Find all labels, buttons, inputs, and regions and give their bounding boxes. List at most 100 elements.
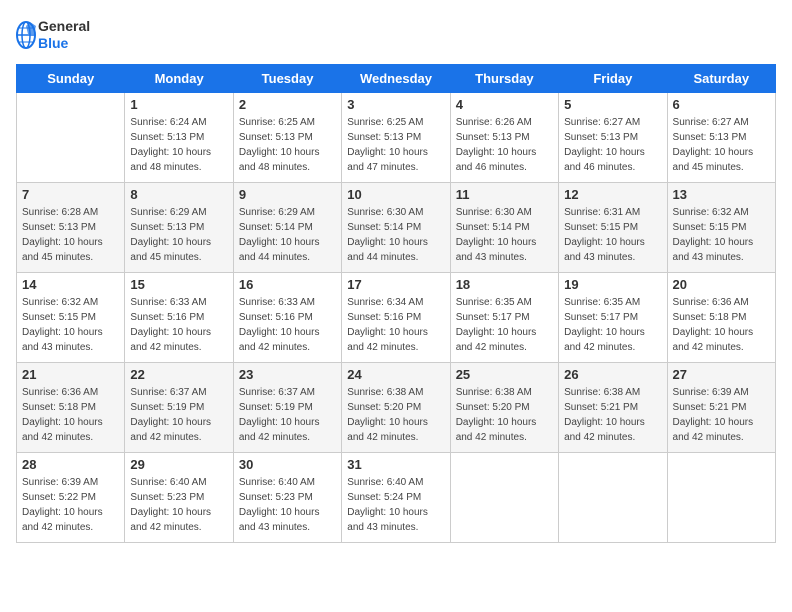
- calendar-week-row: 7Sunrise: 6:28 AMSunset: 5:13 PMDaylight…: [17, 183, 776, 273]
- calendar-cell: 4 Sunrise: 6:26 AMSunset: 5:13 PMDaylight…: [450, 93, 558, 183]
- day-number: 25: [456, 367, 553, 382]
- day-number: 17: [347, 277, 444, 292]
- day-number: 14: [22, 277, 119, 292]
- day-number: 28: [22, 457, 119, 472]
- calendar-cell: 15Sunrise: 6:33 AMSunset: 5:16 PMDayligh…: [125, 273, 233, 363]
- calendar-cell: 26 Sunrise: 6:38 AMSunset: 5:21 PMDayligh…: [559, 363, 667, 453]
- weekday-header-friday: Friday: [559, 65, 667, 93]
- logo: General Blue: [16, 16, 90, 54]
- day-info: Sunrise: 6:32 AMSunset: 5:15 PMDaylight:…: [22, 295, 119, 355]
- day-number: 1: [130, 97, 227, 112]
- day-number: 24: [347, 367, 444, 382]
- day-info: Sunrise: 6:38 AMSunset: 5:21 PMDaylight:…: [564, 385, 661, 445]
- day-info: Sunrise: 6:40 AMSunset: 5:24 PMDaylight:…: [347, 475, 444, 535]
- logo-text: General Blue: [38, 18, 90, 52]
- calendar-week-row: 21 Sunrise: 6:36 AMSunset: 5:18 PMDayligh…: [17, 363, 776, 453]
- day-info: Sunrise: 6:31 AMSunset: 5:15 PMDaylight:…: [564, 205, 661, 265]
- day-info: Sunrise: 6:24 AMSunset: 5:13 PMDaylight:…: [130, 115, 227, 175]
- day-number: 5: [564, 97, 661, 112]
- day-number: 19: [564, 277, 661, 292]
- calendar-cell: 31 Sunrise: 6:40 AMSunset: 5:24 PMDayligh…: [342, 453, 450, 543]
- calendar-cell: 16 Sunrise: 6:33 AMSunset: 5:16 PMDayligh…: [233, 273, 341, 363]
- calendar-cell: [17, 93, 125, 183]
- day-number: 2: [239, 97, 336, 112]
- calendar-cell: 27Sunrise: 6:39 AMSunset: 5:21 PMDayligh…: [667, 363, 775, 453]
- calendar-cell: 20 Sunrise: 6:36 AMSunset: 5:18 PMDayligh…: [667, 273, 775, 363]
- day-info: Sunrise: 6:32 AMSunset: 5:15 PMDaylight:…: [673, 205, 770, 265]
- logo-globe-icon: [16, 16, 36, 54]
- day-info: Sunrise: 6:29 AMSunset: 5:14 PMDaylight:…: [239, 205, 336, 265]
- calendar-cell: 3 Sunrise: 6:25 AMSunset: 5:13 PMDaylight…: [342, 93, 450, 183]
- day-info: Sunrise: 6:25 AMSunset: 5:13 PMDaylight:…: [239, 115, 336, 175]
- day-number: 18: [456, 277, 553, 292]
- day-info: Sunrise: 6:27 AMSunset: 5:13 PMDaylight:…: [673, 115, 770, 175]
- day-number: 23: [239, 367, 336, 382]
- calendar-cell: [667, 453, 775, 543]
- day-number: 11: [456, 187, 553, 202]
- weekday-header-row: SundayMondayTuesdayWednesdayThursdayFrid…: [17, 65, 776, 93]
- calendar-cell: [450, 453, 558, 543]
- weekday-header-wednesday: Wednesday: [342, 65, 450, 93]
- calendar-cell: 6 Sunrise: 6:27 AMSunset: 5:13 PMDaylight…: [667, 93, 775, 183]
- day-info: Sunrise: 6:25 AMSunset: 5:13 PMDaylight:…: [347, 115, 444, 175]
- calendar-week-row: 28Sunrise: 6:39 AMSunset: 5:22 PMDayligh…: [17, 453, 776, 543]
- day-number: 22: [130, 367, 227, 382]
- day-info: Sunrise: 6:29 AMSunset: 5:13 PMDaylight:…: [130, 205, 227, 265]
- day-number: 21: [22, 367, 119, 382]
- calendar-cell: 17 Sunrise: 6:34 AMSunset: 5:16 PMDayligh…: [342, 273, 450, 363]
- day-info: Sunrise: 6:35 AMSunset: 5:17 PMDaylight:…: [564, 295, 661, 355]
- day-info: Sunrise: 6:35 AMSunset: 5:17 PMDaylight:…: [456, 295, 553, 355]
- calendar-cell: 1 Sunrise: 6:24 AMSunset: 5:13 PMDaylight…: [125, 93, 233, 183]
- calendar-cell: 5Sunrise: 6:27 AMSunset: 5:13 PMDaylight…: [559, 93, 667, 183]
- day-number: 12: [564, 187, 661, 202]
- day-number: 27: [673, 367, 770, 382]
- day-info: Sunrise: 6:38 AMSunset: 5:20 PMDaylight:…: [347, 385, 444, 445]
- calendar-cell: 23 Sunrise: 6:37 AMSunset: 5:19 PMDayligh…: [233, 363, 341, 453]
- logo-general: General: [38, 18, 90, 35]
- day-number: 13: [673, 187, 770, 202]
- day-number: 6: [673, 97, 770, 112]
- calendar-cell: 11Sunrise: 6:30 AMSunset: 5:14 PMDayligh…: [450, 183, 558, 273]
- day-info: Sunrise: 6:30 AMSunset: 5:14 PMDaylight:…: [347, 205, 444, 265]
- day-number: 4: [456, 97, 553, 112]
- day-number: 30: [239, 457, 336, 472]
- calendar-cell: 10Sunrise: 6:30 AMSunset: 5:14 PMDayligh…: [342, 183, 450, 273]
- day-info: Sunrise: 6:33 AMSunset: 5:16 PMDaylight:…: [130, 295, 227, 355]
- calendar-cell: 21 Sunrise: 6:36 AMSunset: 5:18 PMDayligh…: [17, 363, 125, 453]
- day-info: Sunrise: 6:36 AMSunset: 5:18 PMDaylight:…: [673, 295, 770, 355]
- calendar-week-row: 14 Sunrise: 6:32 AMSunset: 5:15 PMDayligh…: [17, 273, 776, 363]
- weekday-header-sunday: Sunday: [17, 65, 125, 93]
- day-info: Sunrise: 6:40 AMSunset: 5:23 PMDaylight:…: [130, 475, 227, 535]
- calendar-cell: 18 Sunrise: 6:35 AMSunset: 5:17 PMDayligh…: [450, 273, 558, 363]
- calendar-cell: 30Sunrise: 6:40 AMSunset: 5:23 PMDayligh…: [233, 453, 341, 543]
- header: General Blue: [16, 16, 776, 54]
- calendar-table: SundayMondayTuesdayWednesdayThursdayFrid…: [16, 64, 776, 543]
- day-info: Sunrise: 6:37 AMSunset: 5:19 PMDaylight:…: [130, 385, 227, 445]
- day-info: Sunrise: 6:34 AMSunset: 5:16 PMDaylight:…: [347, 295, 444, 355]
- calendar-cell: 29Sunrise: 6:40 AMSunset: 5:23 PMDayligh…: [125, 453, 233, 543]
- calendar-cell: 24 Sunrise: 6:38 AMSunset: 5:20 PMDayligh…: [342, 363, 450, 453]
- weekday-header-thursday: Thursday: [450, 65, 558, 93]
- day-info: Sunrise: 6:37 AMSunset: 5:19 PMDaylight:…: [239, 385, 336, 445]
- day-info: Sunrise: 6:33 AMSunset: 5:16 PMDaylight:…: [239, 295, 336, 355]
- day-info: Sunrise: 6:38 AMSunset: 5:20 PMDaylight:…: [456, 385, 553, 445]
- calendar-cell: 22 Sunrise: 6:37 AMSunset: 5:19 PMDayligh…: [125, 363, 233, 453]
- calendar-cell: 19 Sunrise: 6:35 AMSunset: 5:17 PMDayligh…: [559, 273, 667, 363]
- day-number: 7: [22, 187, 119, 202]
- day-number: 26: [564, 367, 661, 382]
- weekday-header-monday: Monday: [125, 65, 233, 93]
- calendar-cell: 13 Sunrise: 6:32 AMSunset: 5:15 PMDayligh…: [667, 183, 775, 273]
- day-number: 16: [239, 277, 336, 292]
- day-info: Sunrise: 6:26 AMSunset: 5:13 PMDaylight:…: [456, 115, 553, 175]
- calendar-cell: 9Sunrise: 6:29 AMSunset: 5:14 PMDaylight…: [233, 183, 341, 273]
- day-number: 31: [347, 457, 444, 472]
- day-number: 3: [347, 97, 444, 112]
- weekday-header-tuesday: Tuesday: [233, 65, 341, 93]
- calendar-cell: 25 Sunrise: 6:38 AMSunset: 5:20 PMDayligh…: [450, 363, 558, 453]
- day-info: Sunrise: 6:36 AMSunset: 5:18 PMDaylight:…: [22, 385, 119, 445]
- day-number: 20: [673, 277, 770, 292]
- day-number: 8: [130, 187, 227, 202]
- calendar-cell: 28Sunrise: 6:39 AMSunset: 5:22 PMDayligh…: [17, 453, 125, 543]
- weekday-header-saturday: Saturday: [667, 65, 775, 93]
- calendar-cell: 7Sunrise: 6:28 AMSunset: 5:13 PMDaylight…: [17, 183, 125, 273]
